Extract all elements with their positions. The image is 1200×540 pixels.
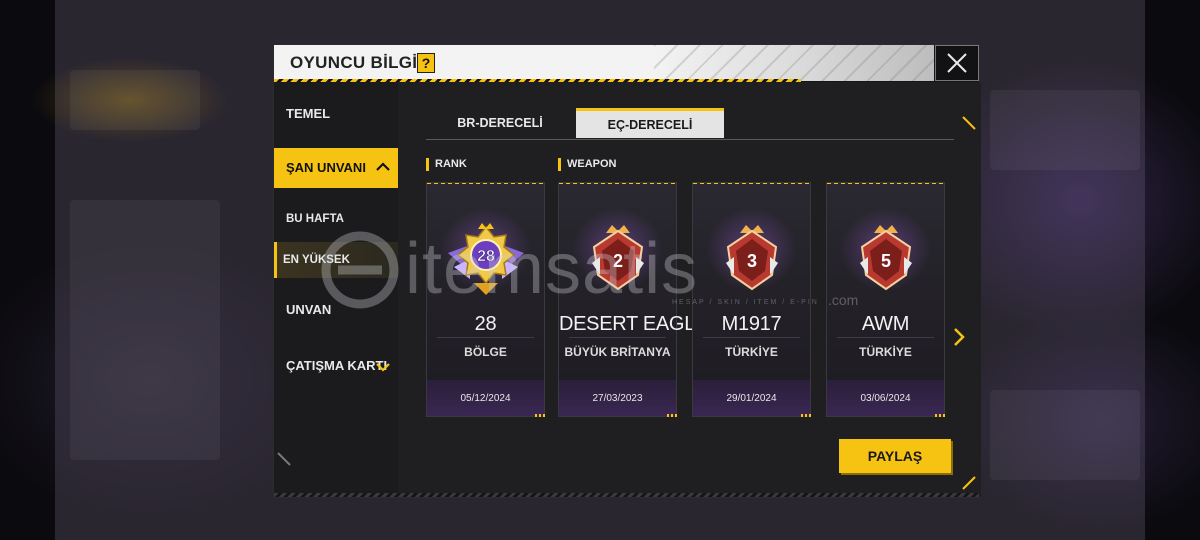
card-corner-deco bbox=[667, 414, 677, 417]
badge-number: 5 bbox=[880, 251, 890, 271]
card-divider bbox=[569, 337, 666, 338]
bottom-stripe bbox=[274, 493, 979, 497]
sidebar-item-label: UNVAN bbox=[286, 302, 332, 317]
rank-card[interactable]: 28 28 BÖLGE 05/12/2024 bbox=[426, 182, 545, 417]
chevron-up-icon bbox=[376, 162, 390, 171]
card-corner-deco bbox=[535, 414, 545, 417]
sidebar-item-san-unvani[interactable]: ŞAN UNVANI bbox=[274, 148, 398, 188]
card-corner-deco bbox=[801, 414, 811, 417]
card-region: BÖLGE bbox=[464, 345, 507, 359]
background-panel bbox=[990, 390, 1140, 480]
sidebar-subitem-bu-hafta[interactable]: BU HAFTA bbox=[274, 204, 398, 234]
card-corner-deco bbox=[935, 414, 945, 417]
title-bar-stripes bbox=[654, 45, 934, 81]
card-title: DESERT EAGLE bbox=[559, 313, 709, 335]
close-button[interactable] bbox=[935, 45, 979, 81]
sidebar-item-catisma-karti[interactable]: ÇATIŞMA KARTI bbox=[274, 354, 398, 378]
card-date: 05/12/2024 bbox=[427, 380, 544, 416]
card-divider bbox=[837, 337, 934, 338]
tab-br-dereceli[interactable]: BR-DERECELİ bbox=[426, 108, 574, 138]
sidebar-item-label: ÇATIŞMA KARTI bbox=[286, 358, 388, 373]
card-title: M1917 bbox=[721, 313, 782, 335]
close-icon bbox=[947, 53, 967, 73]
card-date: 03/06/2024 bbox=[827, 380, 944, 416]
sidebar-item-unvan[interactable]: UNVAN bbox=[274, 298, 398, 322]
corner-decoration bbox=[277, 452, 291, 466]
sidebar-item-label: ŞAN UNVANI bbox=[286, 160, 366, 175]
tab-ec-dereceli[interactable]: EÇ-DERECELİ bbox=[576, 108, 724, 138]
weapon-card-desert-eagle[interactable]: 2 DESERT EAGLE BÜYÜK BRİTANYA 27/03/2023 bbox=[558, 182, 709, 417]
chevron-right-icon[interactable] bbox=[952, 327, 966, 347]
badge-number: 3 bbox=[746, 251, 756, 271]
dialog-title: OYUNCU BİLGİSİ bbox=[290, 53, 434, 72]
card-divider bbox=[437, 337, 534, 338]
tab-bar: BR-DERECELİ EÇ-DERECELİ bbox=[426, 108, 954, 140]
title-bar: OYUNCU BİLGİSİ ? bbox=[274, 45, 934, 81]
sidebar-item-label: TEMEL bbox=[286, 106, 331, 121]
card-region: TÜRKİYE bbox=[725, 345, 778, 359]
background-panel bbox=[70, 70, 200, 130]
rank-section-label: RANK bbox=[426, 158, 467, 171]
corner-decoration bbox=[962, 116, 976, 130]
background-panel bbox=[70, 200, 220, 460]
sidebar-item-label: BU HAFTA bbox=[286, 213, 344, 225]
card-title: AWM bbox=[861, 313, 910, 335]
help-icon[interactable]: ? bbox=[417, 53, 435, 73]
weapon-badge-icon: 5 bbox=[859, 225, 912, 291]
badge-number: 2 bbox=[612, 251, 622, 271]
weapon-card-m1917[interactable]: 3 M1917 TÜRKİYE 29/01/2024 bbox=[692, 182, 811, 417]
card-date: 27/03/2023 bbox=[559, 380, 676, 416]
corner-decoration bbox=[962, 476, 976, 490]
card-region: BÜYÜK BRİTANYA bbox=[564, 345, 671, 359]
card-date: 29/01/2024 bbox=[693, 380, 810, 416]
content-panel: BR-DERECELİ EÇ-DERECELİ RANK WEAPON 28 2… bbox=[398, 82, 981, 497]
player-info-dialog: OYUNCU BİLGİSİ ? TEMEL ŞAN UNVANI BU HAF… bbox=[273, 44, 981, 498]
sidebar-item-label: EN YÜKSEK bbox=[283, 254, 350, 266]
weapon-card-awm[interactable]: 5 AWM TÜRKİYE 03/06/2024 bbox=[826, 182, 945, 417]
weapon-badge-icon: 3 bbox=[725, 225, 778, 291]
weapon-badge-icon: 2 bbox=[591, 225, 644, 291]
sidebar: TEMEL ŞAN UNVANI BU HAFTA EN YÜKSEK UNVA… bbox=[274, 82, 398, 497]
sidebar-subitem-en-yuksek[interactable]: EN YÜKSEK bbox=[274, 242, 398, 278]
badge-number: 28 bbox=[477, 248, 495, 265]
card-title: 28 bbox=[474, 313, 497, 335]
sidebar-item-temel[interactable]: TEMEL bbox=[274, 102, 398, 126]
card-region: TÜRKİYE bbox=[859, 345, 912, 359]
rank-badge-icon: 28 bbox=[447, 223, 524, 295]
share-button[interactable]: PAYLAŞ bbox=[839, 439, 951, 473]
weapon-section-label: WEAPON bbox=[558, 158, 617, 171]
chevron-down-icon bbox=[376, 363, 390, 372]
card-divider bbox=[703, 337, 800, 338]
background-panel bbox=[990, 90, 1140, 170]
